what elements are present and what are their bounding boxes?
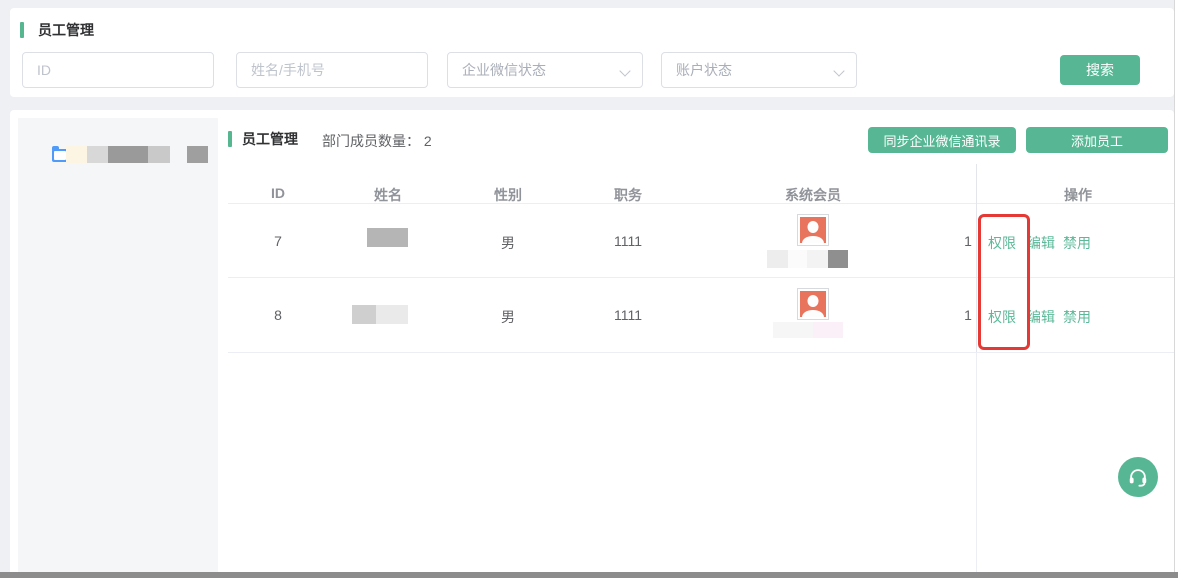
redacted-text — [828, 250, 848, 268]
disable-link[interactable]: 禁用 — [1063, 307, 1091, 327]
edit-link[interactable]: 编辑 — [1027, 307, 1055, 327]
avatar-person-icon — [800, 217, 826, 243]
chevron-down-icon — [835, 67, 843, 75]
panel-accent-bar — [228, 131, 232, 147]
account-status-placeholder: 账户状态 — [676, 60, 732, 80]
filter-card: 员工管理 企业微信状态 账户状态 搜索 — [10, 8, 1174, 97]
department-tree-panel — [18, 118, 218, 578]
search-button[interactable]: 搜索 — [1060, 55, 1140, 85]
cell-gender: 男 — [501, 233, 515, 253]
sync-wechat-contacts-button[interactable]: 同步企业微信通讯录 — [868, 127, 1016, 153]
redacted-text — [788, 250, 807, 268]
clipped-number: 1 — [964, 233, 972, 249]
table-divider — [228, 277, 1174, 278]
redacted-text — [807, 250, 828, 268]
name-phone-input[interactable] — [236, 52, 428, 88]
wechat-status-select[interactable]: 企业微信状态 — [447, 52, 643, 88]
section-accent-bar — [20, 22, 24, 38]
cell-gender: 男 — [501, 307, 515, 327]
chevron-down-icon — [621, 67, 629, 75]
avatar-person-icon — [800, 291, 826, 317]
disable-link[interactable]: 禁用 — [1063, 233, 1091, 253]
cell-duty: 1111 — [614, 233, 642, 249]
cell-duty: 1111 — [614, 307, 642, 323]
employee-panel: 员工管理 部门成员数量： 2 同步企业微信通讯录 添加员工 ID 姓名 性别 职… — [10, 110, 1174, 578]
fixed-column-divider — [976, 164, 977, 352]
col-header-member: 系统会员 — [785, 185, 841, 205]
member-avatar — [797, 288, 829, 320]
edit-link[interactable]: 编辑 — [1027, 233, 1055, 253]
member-avatar — [797, 214, 829, 246]
support-fab-button[interactable] — [1118, 457, 1158, 497]
col-header-duty: 职务 — [614, 185, 642, 205]
wechat-status-placeholder: 企业微信状态 — [462, 60, 546, 80]
horizontal-scrollbar[interactable] — [0, 572, 1178, 578]
clipped-number: 1 — [964, 307, 972, 323]
col-header-name: 姓名 — [374, 185, 402, 205]
id-input[interactable] — [22, 52, 214, 88]
redacted-text — [66, 146, 87, 163]
col-header-gender: 性别 — [494, 185, 522, 205]
panel-title: 员工管理 — [242, 130, 298, 148]
cell-id: 7 — [274, 233, 282, 249]
permission-link[interactable]: 权限 — [988, 307, 1016, 327]
table-divider — [228, 352, 1174, 353]
redacted-text — [813, 322, 843, 338]
add-employee-button[interactable]: 添加员工 — [1026, 127, 1168, 153]
table-divider — [228, 203, 1174, 204]
col-header-actions: 操作 — [1064, 185, 1092, 205]
redacted-name — [367, 228, 408, 247]
redacted-text — [187, 146, 208, 163]
headset-icon — [1127, 466, 1149, 488]
redacted-text — [767, 250, 788, 268]
member-count-label: 部门成员数量： 2 — [322, 131, 432, 151]
account-status-select[interactable]: 账户状态 — [661, 52, 857, 88]
cell-id: 8 — [274, 307, 282, 323]
permission-link[interactable]: 权限 — [988, 233, 1016, 253]
redacted-text — [773, 322, 813, 338]
redacted-text — [87, 146, 108, 163]
col-header-id: ID — [271, 185, 285, 201]
redacted-name — [376, 305, 408, 324]
redacted-text — [108, 146, 148, 163]
redacted-name — [352, 305, 376, 324]
page-title: 员工管理 — [38, 21, 94, 39]
redacted-text — [148, 146, 170, 163]
